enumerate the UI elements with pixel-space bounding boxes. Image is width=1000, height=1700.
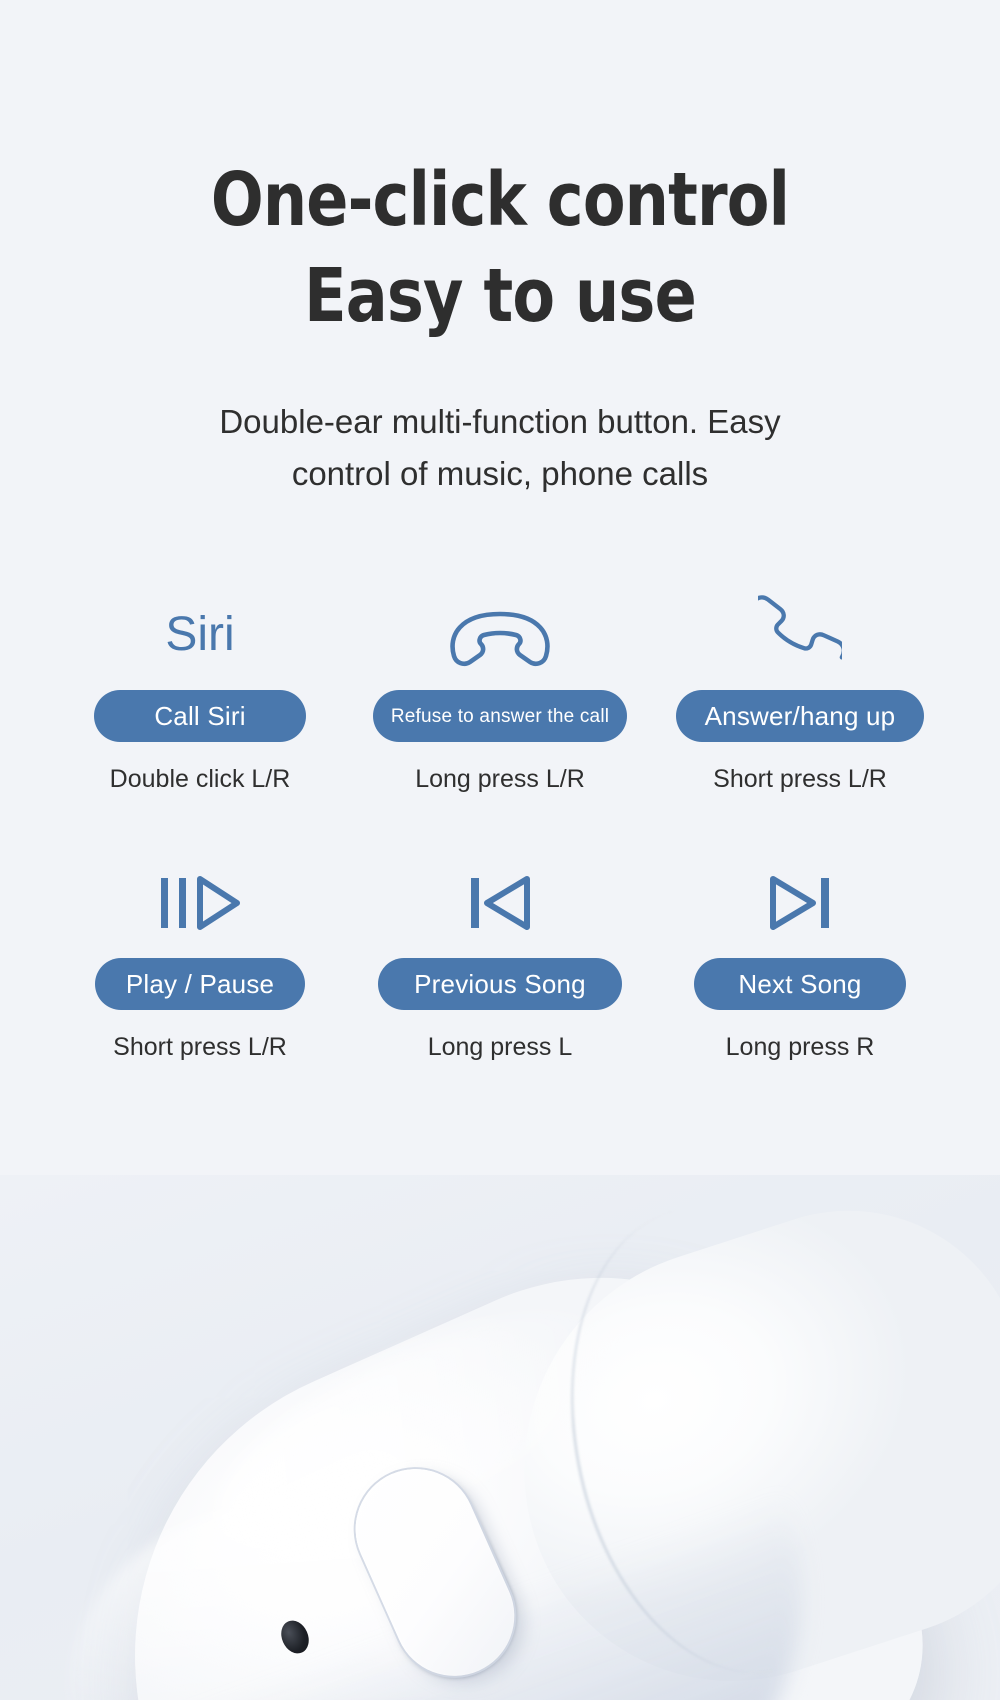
page-subtitle-line-1: Double-ear multi-function button. Easy bbox=[219, 403, 781, 440]
previous-track-icon bbox=[471, 876, 530, 930]
page-subtitle-line-2: control of music, phone calls bbox=[291, 455, 709, 492]
page-header: One-click control Easy to use Double-ear… bbox=[0, 0, 1000, 500]
siri-icon-slot: Siri bbox=[165, 592, 234, 678]
previous-song-button[interactable]: Previous Song bbox=[378, 958, 622, 1010]
feature-cell-play-pause: Play / Pause Short press L/R bbox=[50, 860, 350, 1062]
play-pause-icon bbox=[161, 876, 240, 930]
play-pause-icon-slot bbox=[157, 860, 243, 946]
previous-song-caption: Long press L bbox=[427, 1033, 573, 1061]
next-track-icon-slot bbox=[767, 860, 833, 946]
handset-icon-slot bbox=[758, 592, 842, 678]
feature-row-calls: Siri Call Siri Double click L/R Refuse t… bbox=[0, 592, 1000, 794]
play-pause-button[interactable]: Play / Pause bbox=[95, 958, 305, 1010]
feature-cell-refuse-call: Refuse to answer the call Long press L/R bbox=[350, 592, 650, 794]
next-song-button[interactable]: Next Song bbox=[694, 958, 906, 1010]
page-title-line-1: One-click control bbox=[210, 157, 790, 243]
phone-handset-icon bbox=[758, 595, 842, 660]
call-siri-caption: Double click L/R bbox=[109, 765, 291, 793]
product-feature-page: One-click control Easy to use Double-ear… bbox=[0, 0, 1000, 1700]
refuse-call-caption: Long press L/R bbox=[415, 765, 585, 793]
answer-hangup-button[interactable]: Answer/hang up bbox=[676, 690, 924, 742]
next-song-caption: Long press R bbox=[725, 1033, 875, 1061]
previous-track-icon-slot bbox=[467, 860, 533, 946]
product-photo bbox=[0, 1175, 1000, 1700]
feature-cell-answer-hangup: Answer/hang up Short press L/R bbox=[650, 592, 950, 794]
feature-cell-call-siri: Siri Call Siri Double click L/R bbox=[50, 592, 350, 794]
play-pause-caption: Short press L/R bbox=[113, 1033, 287, 1061]
hangup-icon-slot bbox=[446, 592, 554, 678]
page-title-line-2: Easy to use bbox=[304, 253, 697, 339]
feature-cell-next-song: Next Song Long press R bbox=[650, 860, 950, 1062]
next-track-icon bbox=[770, 876, 829, 930]
feature-cell-previous-song: Previous Song Long press L bbox=[350, 860, 650, 1062]
feature-row-music: Play / Pause Short press L/R Previous So… bbox=[0, 860, 1000, 1062]
siri-text-icon: Siri bbox=[165, 608, 235, 661]
phone-hangup-icon bbox=[450, 611, 550, 667]
feature-grid: Siri Call Siri Double click L/R Refuse t… bbox=[0, 592, 1000, 1062]
page-subtitle: Double-ear multi-function button. Easy c… bbox=[0, 396, 1000, 500]
refuse-call-button[interactable]: Refuse to answer the call bbox=[372, 690, 628, 742]
answer-hangup-caption: Short press L/R bbox=[713, 765, 887, 793]
call-siri-button[interactable]: Call Siri bbox=[94, 690, 306, 742]
